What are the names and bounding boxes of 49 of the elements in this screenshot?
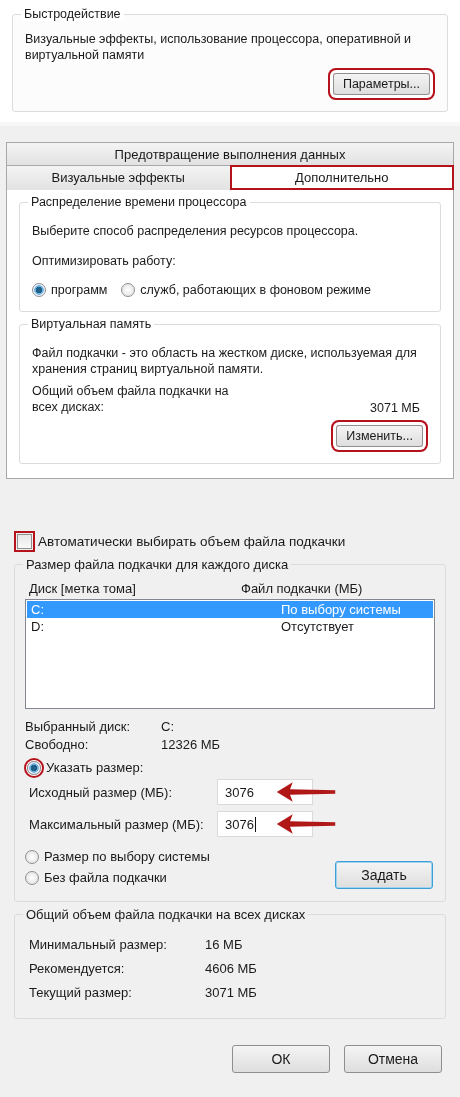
- tab[interactable]: Визуальные эффекты: [6, 165, 231, 190]
- description-text: Визуальные эффекты, использование процессора, оперативной и виртуальной памяти: [25, 31, 413, 63]
- input-field[interactable]: 3076: [217, 779, 313, 805]
- group-title: Распределение времени процессора: [28, 195, 250, 209]
- total-value: 3071 МБ: [205, 985, 258, 1000]
- info-value: C:: [161, 719, 175, 734]
- disk-row[interactable]: D: Отсутствует: [27, 618, 433, 635]
- dialog-button[interactable]: Отмена: [344, 1045, 442, 1073]
- group-title: Быстродействие: [21, 7, 124, 21]
- total-value: 3071 МБ: [370, 401, 420, 415]
- radio-label[interactable]: служб, работающих в фоновом режиме: [140, 283, 371, 297]
- disk-name: D:: [30, 619, 45, 634]
- tab[interactable]: Дополнительно: [229, 165, 454, 190]
- total-label: Минимальный размер:: [29, 937, 168, 952]
- radio-label[interactable]: Без файла подкачки: [44, 870, 167, 885]
- optimize-label: Оптимизировать работу:: [32, 253, 177, 269]
- column-header: Файл подкачки (МБ): [240, 581, 364, 596]
- set-button[interactable]: Задать: [335, 861, 433, 889]
- description-text: Файл подкачки - это область на жестком диске, используемая для хранения страниц виртуальной памяти.: [32, 345, 418, 377]
- dialog-button[interactable]: ОК: [232, 1045, 330, 1073]
- column-header: Диск [метка тома]: [28, 581, 137, 596]
- total-label: Текущий размер:: [29, 985, 133, 1000]
- paging-file-size: Отсутствует: [280, 619, 355, 634]
- radio-button[interactable]: [27, 760, 41, 775]
- group-title: Виртуальная память: [28, 317, 155, 331]
- info-label: Свободно:: [25, 737, 90, 752]
- radio-button[interactable]: [25, 870, 39, 885]
- radio-label[interactable]: программ: [51, 283, 108, 297]
- radio-button[interactable]: [121, 283, 136, 297]
- input-field[interactable]: 3076: [217, 811, 313, 837]
- tab[interactable]: Предотвращение выполнения данных: [6, 142, 454, 165]
- paging-file-size: По выбору системы: [280, 602, 402, 617]
- field-label: Исходный размер (МБ):: [29, 784, 174, 800]
- info-value: 12326 МБ: [161, 737, 222, 752]
- total-value: 16 МБ: [205, 937, 244, 952]
- total-label: Рекомендуется:: [29, 961, 126, 976]
- field-label: Максимальный размер (МБ):: [29, 816, 205, 832]
- checkbox-label[interactable]: Автоматически выбирать объем файла подкачки: [38, 534, 346, 549]
- radio-label[interactable]: Указать размер:: [46, 760, 144, 775]
- group-title: Общий объем файла подкачки на всех дисках: [23, 907, 309, 922]
- radio-label[interactable]: Размер по выбору системы: [44, 849, 210, 864]
- radio-button[interactable]: [32, 283, 46, 297]
- description-text: Выберите способ распределения ресурсов процессора.: [32, 223, 360, 239]
- total-value: 4606 МБ: [205, 961, 258, 976]
- radio-button[interactable]: [25, 849, 39, 864]
- disk-name: C:: [30, 602, 45, 617]
- total-label: Общий объем файла подкачки на всех дисках:: [32, 383, 230, 415]
- info-label: Выбранный диск:: [25, 719, 132, 734]
- group-title: Размер файла подкачки для каждого диска: [23, 557, 292, 572]
